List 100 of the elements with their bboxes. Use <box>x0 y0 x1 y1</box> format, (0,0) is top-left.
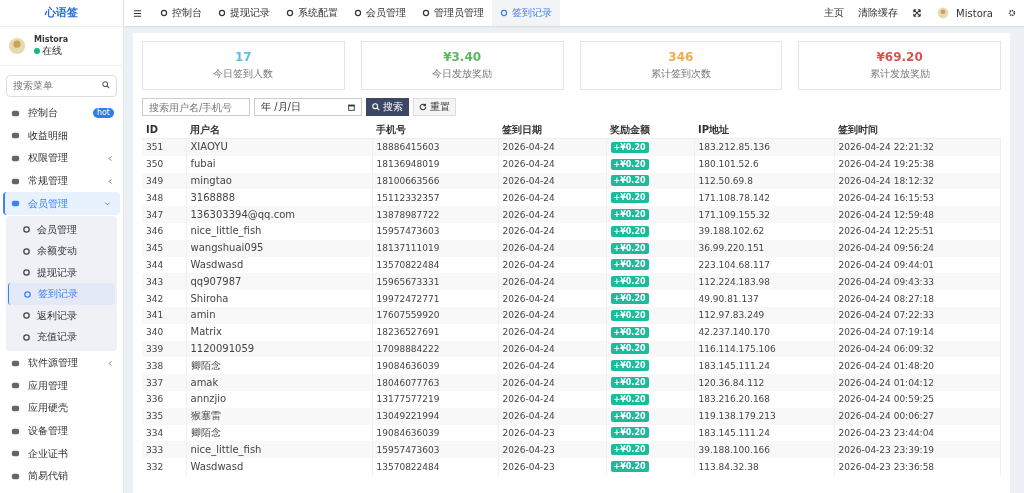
table-cell: annzjio <box>186 390 372 408</box>
table-cell: 2026-04-24 07:19:14 <box>834 323 1001 341</box>
table-cell: 18236527691 <box>372 323 498 341</box>
refresh-icon <box>419 103 427 111</box>
table-cell: 2026-04-23 <box>498 458 606 475</box>
submenu-item[interactable]: 会员管理 <box>8 218 115 241</box>
table-cell: fubai <box>186 155 372 173</box>
table-cell: 2026-04-23 23:39:19 <box>834 441 1001 459</box>
table-cell: 18100663566 <box>372 172 498 190</box>
column-header: 奖励金额 <box>606 121 694 139</box>
menu-item[interactable]: 应用硬壳 <box>0 397 123 420</box>
nav-tab[interactable]: 控制台 <box>152 0 210 26</box>
circle-icon <box>354 9 362 17</box>
stat-label: 今日签到人数 <box>213 67 274 81</box>
table-cell: 337 <box>142 374 186 391</box>
nav-tab[interactable]: 系统配置 <box>278 0 346 26</box>
table-cell: 345 <box>142 239 186 257</box>
stat-label: 今日发放奖励 <box>432 67 493 81</box>
menu-item[interactable]: 控制台 hot <box>0 102 123 125</box>
table-cell: 2026-04-24 <box>498 155 606 173</box>
reward-badge: +¥0.20 <box>610 360 649 372</box>
reward-badge: +¥0.20 <box>610 427 649 439</box>
reward-badge: +¥0.20 <box>610 192 649 204</box>
menu-item[interactable]: 收益明细 <box>0 124 123 148</box>
settings-icon[interactable] <box>1008 9 1016 17</box>
submenu-item[interactable]: 充值记录 <box>8 326 115 348</box>
search-icon <box>102 81 110 89</box>
table-cell: 2026-04-24 07:22:33 <box>834 306 1001 324</box>
submenu-item[interactable]: 余额变动 <box>8 240 115 262</box>
table-cell: 2026-04-24 08:27:18 <box>834 290 1001 307</box>
date-field[interactable]: 年 /月/日 <box>254 98 362 116</box>
user-name[interactable]: Mistora <box>956 7 993 19</box>
nav-tab[interactable]: 提现记录 <box>210 0 278 26</box>
search-button[interactable]: 搜索 <box>366 98 409 116</box>
column-header: 签到时间 <box>834 121 1001 139</box>
table-cell: 339 <box>142 340 186 358</box>
menu-item[interactable]: 简易代销 <box>0 464 123 488</box>
table-cell: 19972472771 <box>372 290 498 307</box>
table-cell: 119.138.179.213 <box>694 407 834 425</box>
menu-item[interactable]: 常规管理 <box>0 169 123 193</box>
menu-item[interactable]: 应用管理 <box>0 374 123 398</box>
table-cell: 18046077763 <box>372 374 498 391</box>
table-cell: 18886415603 <box>372 138 498 156</box>
reward-badge: +¥0.20 <box>610 158 649 170</box>
submenu-item[interactable]: 提现记录 <box>8 261 115 284</box>
table-cell: 15957473603 <box>372 441 498 459</box>
table-cell: 171.109.155.32 <box>694 206 834 223</box>
stat-value: 346 <box>668 50 694 64</box>
user-status: 在线 <box>34 43 69 58</box>
table-cell: 18137111019 <box>372 239 498 257</box>
hot-badge: hot <box>92 108 114 119</box>
home-link[interactable]: 主页 <box>824 6 845 20</box>
table-cell: 39.188.102.62 <box>694 223 834 240</box>
table-cell: 116.114.175.106 <box>694 340 834 358</box>
menu-item[interactable]: 软件源管理 <box>0 351 123 375</box>
nav-tab[interactable]: 会员管理 <box>346 0 414 26</box>
nav-tab[interactable]: 管理员管理 <box>414 0 492 26</box>
user-name: Mistora <box>34 34 69 44</box>
search-icon <box>372 103 380 111</box>
table-cell: 2026-04-24 06:09:32 <box>834 340 1001 358</box>
menu-search-field[interactable]: 搜索菜单 <box>6 74 117 97</box>
stat-label: 累计发放奖励 <box>869 67 930 81</box>
table-cell: 2026-04-24 00:59:25 <box>834 390 1001 408</box>
table-cell: 346 <box>142 223 186 240</box>
table-cell: 341 <box>142 306 186 324</box>
nav-tab[interactable]: 签到记录 <box>492 0 560 26</box>
table-cell: XIAOYU <box>186 138 372 156</box>
table-cell: 2026-04-24 00:06:27 <box>834 407 1001 425</box>
reward-badge: +¥0.20 <box>610 293 649 305</box>
reward-badge: +¥0.20 <box>610 259 649 271</box>
column-header: 手机号 <box>372 121 498 139</box>
brand-logo[interactable]: 心语签 <box>0 0 123 27</box>
table-cell: 2026-04-24 <box>498 374 606 391</box>
table-cell: 343 <box>142 273 186 291</box>
reward-badge: +¥0.20 <box>610 393 649 405</box>
table-cell: 2026-04-24 <box>498 206 606 223</box>
menu-item[interactable]: 设备管理 <box>0 419 123 443</box>
table-cell: 18136948019 <box>372 155 498 173</box>
reward-badge: +¥0.20 <box>610 175 649 187</box>
table-cell: 13177577219 <box>372 390 498 408</box>
circle-icon <box>422 9 430 17</box>
menu-item[interactable]: 权限管理 <box>0 147 123 170</box>
table-cell: 336 <box>142 390 186 408</box>
table-cell: 112.50.69.8 <box>694 172 834 190</box>
table-cell: mingtao <box>186 172 372 190</box>
table-cell: 2026-04-24 <box>498 172 606 190</box>
stat-value: 17 <box>235 50 252 64</box>
reward-badge: +¥0.20 <box>610 444 649 456</box>
submenu-item[interactable]: 返利记录 <box>8 304 115 327</box>
table-cell: 2026-04-23 <box>498 441 606 459</box>
menu-item[interactable]: 企业证书 <box>0 442 123 465</box>
table-cell: 332 <box>142 458 186 475</box>
circle-icon <box>160 9 168 17</box>
table-cell: 120.36.84.112 <box>694 374 834 391</box>
table-cell: 猴塞雷 <box>186 407 372 425</box>
reset-button[interactable]: 重置 <box>413 98 456 116</box>
clear-cache-link[interactable]: 清除缓存 <box>858 6 899 20</box>
fullscreen-icon[interactable] <box>913 9 922 17</box>
search-field[interactable]: 搜索用户名/手机号 <box>142 98 250 116</box>
table-cell: 342 <box>142 290 186 307</box>
